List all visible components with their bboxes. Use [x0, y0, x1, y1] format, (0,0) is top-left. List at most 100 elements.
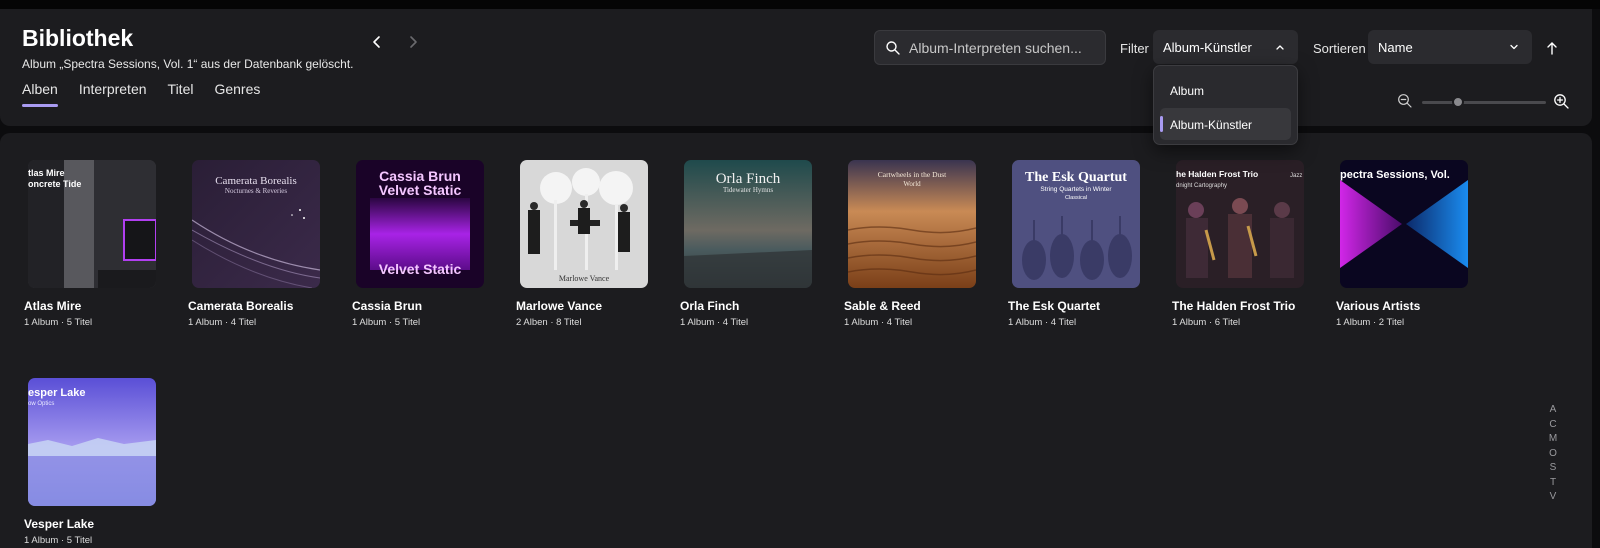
alpha-index-letter[interactable]: S [1546, 462, 1560, 477]
filter-dropdown-menu: Album Album-Künstler [1153, 65, 1298, 145]
filter-label: Filter [1120, 41, 1149, 56]
artist-name: The Halden Frost Trio [1172, 299, 1296, 313]
svg-text:Classical: Classical [1065, 195, 1087, 201]
tab-genres[interactable]: Genres [214, 81, 260, 107]
zoom-slider-track[interactable] [1422, 101, 1546, 104]
artist-meta: 1 Album · 5 Titel [24, 535, 93, 546]
artist-card-atlas-mire[interactable]: tlas Mire oncrete Tide Atlas Mire 1 Albu… [24, 160, 164, 328]
chevron-left-icon [373, 36, 380, 48]
tab-titel[interactable]: Titel [168, 81, 194, 107]
album-cover: The Esk Quartut String Quartets in Winte… [1012, 160, 1140, 288]
sort-select[interactable]: Name [1368, 30, 1532, 64]
artist-card-marlowe-vance[interactable]: Marlowe Vance Marlowe Vance 2 Alben · 8 … [516, 160, 656, 328]
page-title: Bibliothek [22, 25, 134, 51]
artist-meta: 1 Album · 5 Titel [24, 317, 93, 328]
artist-card-various-artists[interactable]: pectra Sessions, Vol. Various Artists 1 … [1336, 160, 1476, 328]
svg-text:String Quartets in Winter: String Quartets in Winter [1040, 186, 1112, 193]
search-icon [886, 41, 900, 55]
library-header: Bibliothek Album „Spectra Sessions, Vol.… [0, 9, 1592, 126]
alpha-index-letter[interactable]: T [1546, 477, 1560, 492]
window-top-strip [0, 0, 1600, 9]
sort-selected-value: Name [1378, 40, 1413, 55]
alpha-index-letter[interactable]: V [1546, 491, 1560, 506]
svg-text:Orla Finch: Orla Finch [716, 171, 781, 187]
chevron-down-icon [1510, 44, 1518, 50]
album-cover: Camerata Borealis Nocturnes & Reveries [192, 160, 320, 288]
filter-selected-value: Album-Künstler [1163, 40, 1252, 55]
alpha-index-letter[interactable]: M [1546, 433, 1560, 448]
artist-card-orla-finch[interactable]: Orla Finch Tidewater Hymns Orla Finch 1 … [680, 160, 820, 328]
svg-text:tlas Mire: tlas Mire [28, 168, 65, 178]
artist-name: Vesper Lake [24, 517, 95, 531]
artist-card-vesper-lake[interactable]: esper Lake ow Optics Vesper Lake 1 Album… [24, 378, 164, 546]
svg-text:Tidewater Hymns: Tidewater Hymns [723, 186, 773, 194]
alpha-index-letter[interactable]: A [1546, 404, 1560, 419]
svg-text:esper Lake: esper Lake [28, 387, 85, 399]
svg-text:he Halden Frost Trio: he Halden Frost Trio [1176, 169, 1258, 179]
tab-interpreten[interactable]: Interpreten [79, 81, 147, 107]
search-input[interactable] [909, 31, 1099, 64]
svg-text:Camerata Borealis: Camerata Borealis [215, 175, 297, 187]
svg-text:Velvet Static: Velvet Static [379, 182, 462, 198]
artist-card-cassia-brun[interactable]: Cassia Brun Velvet Static Velvet Static … [352, 160, 492, 328]
svg-text:pectra Sessions, Vol.: pectra Sessions, Vol. [1340, 169, 1450, 181]
album-cover: he Halden Frost Trio Jazz dnight Cartogr… [1176, 160, 1304, 288]
artist-name: Cassia Brun [352, 299, 423, 313]
svg-text:ow Optics: ow Optics [28, 401, 54, 407]
filter-select[interactable]: Album-Künstler [1153, 30, 1298, 64]
artist-meta: 1 Album · 2 Titel [1336, 317, 1405, 328]
artist-grid: tlas Mire oncrete Tide Atlas Mire 1 Albu… [0, 133, 1592, 548]
artist-name: Atlas Mire [24, 299, 82, 313]
artist-name: The Esk Quartet [1008, 299, 1101, 313]
album-cover: Cassia Brun Velvet Static Velvet Static [356, 160, 484, 288]
svg-text:Marlowe Vance: Marlowe Vance [559, 274, 610, 283]
filter-option-album[interactable]: Album [1160, 74, 1291, 106]
sort-label: Sortieren [1313, 41, 1366, 56]
alphabet-index: A C M O S T V [1546, 404, 1560, 506]
forward-button[interactable] [402, 31, 424, 53]
alpha-index-letter[interactable]: O [1546, 448, 1560, 463]
artist-meta: 2 Alben · 8 Titel [516, 317, 582, 328]
svg-text:World: World [903, 180, 921, 188]
album-cover: esper Lake ow Optics [28, 378, 156, 506]
back-button[interactable] [366, 31, 388, 53]
svg-text:Velvet Static: Velvet Static [379, 261, 462, 277]
album-cover: tlas Mire oncrete Tide [28, 160, 156, 288]
tab-alben[interactable]: Alben [22, 81, 58, 107]
arrow-up-icon[interactable] [1545, 40, 1559, 56]
artist-name: Various Artists [1336, 299, 1421, 313]
artist-meta: 1 Album · 6 Titel [1172, 317, 1241, 328]
svg-text:Nocturnes & Reveries: Nocturnes & Reveries [225, 187, 287, 195]
search-box [874, 30, 1106, 65]
artist-card-sable-reed[interactable]: Cartwheels in the Dust World Sable & Ree… [844, 160, 984, 328]
svg-text:Jazz: Jazz [1290, 173, 1302, 179]
artist-meta: 1 Album · 4 Titel [680, 317, 749, 328]
artist-name: Marlowe Vance [516, 299, 603, 313]
artist-card-camerata-borealis[interactable]: Camerata Borealis Nocturnes & Reveries C… [188, 160, 328, 328]
artist-name: Sable & Reed [844, 299, 921, 313]
artist-name: Camerata Borealis [188, 299, 294, 313]
zoom-in-icon[interactable] [1553, 93, 1570, 110]
chevron-up-icon [1276, 45, 1284, 50]
svg-text:dnight Cartography: dnight Cartography [1176, 183, 1227, 189]
alpha-index-letter[interactable]: C [1546, 419, 1560, 434]
artist-meta: 1 Album · 4 Titel [1008, 317, 1077, 328]
artist-card-the-halden-frost-trio[interactable]: he Halden Frost Trio Jazz dnight Cartogr… [1172, 160, 1312, 328]
artist-meta: 1 Album · 4 Titel [188, 317, 257, 328]
library-tabs: Alben Interpreten Titel Genres [22, 81, 281, 107]
svg-text:Cartwheels in the Dust: Cartwheels in the Dust [878, 170, 947, 179]
album-cover: Cartwheels in the Dust World [848, 160, 976, 288]
status-message: Album „Spectra Sessions, Vol. 1“ aus der… [22, 57, 354, 71]
svg-text:The Esk Quartut: The Esk Quartut [1025, 170, 1127, 185]
artist-meta: 1 Album · 5 Titel [352, 317, 421, 328]
artist-name: Orla Finch [680, 299, 740, 313]
album-cover: Marlowe Vance [520, 160, 648, 288]
album-cover: pectra Sessions, Vol. [1340, 160, 1468, 288]
filter-option-album-kuenstler[interactable]: Album-Künstler [1160, 108, 1291, 140]
zoom-out-icon[interactable] [1397, 93, 1413, 109]
artist-card-the-esk-quartet[interactable]: The Esk Quartut String Quartets in Winte… [1008, 160, 1148, 328]
artist-meta: 1 Album · 4 Titel [844, 317, 913, 328]
album-cover: Orla Finch Tidewater Hymns [684, 160, 812, 288]
zoom-slider-thumb[interactable] [1452, 96, 1464, 108]
svg-text:oncrete Tide: oncrete Tide [28, 179, 81, 189]
